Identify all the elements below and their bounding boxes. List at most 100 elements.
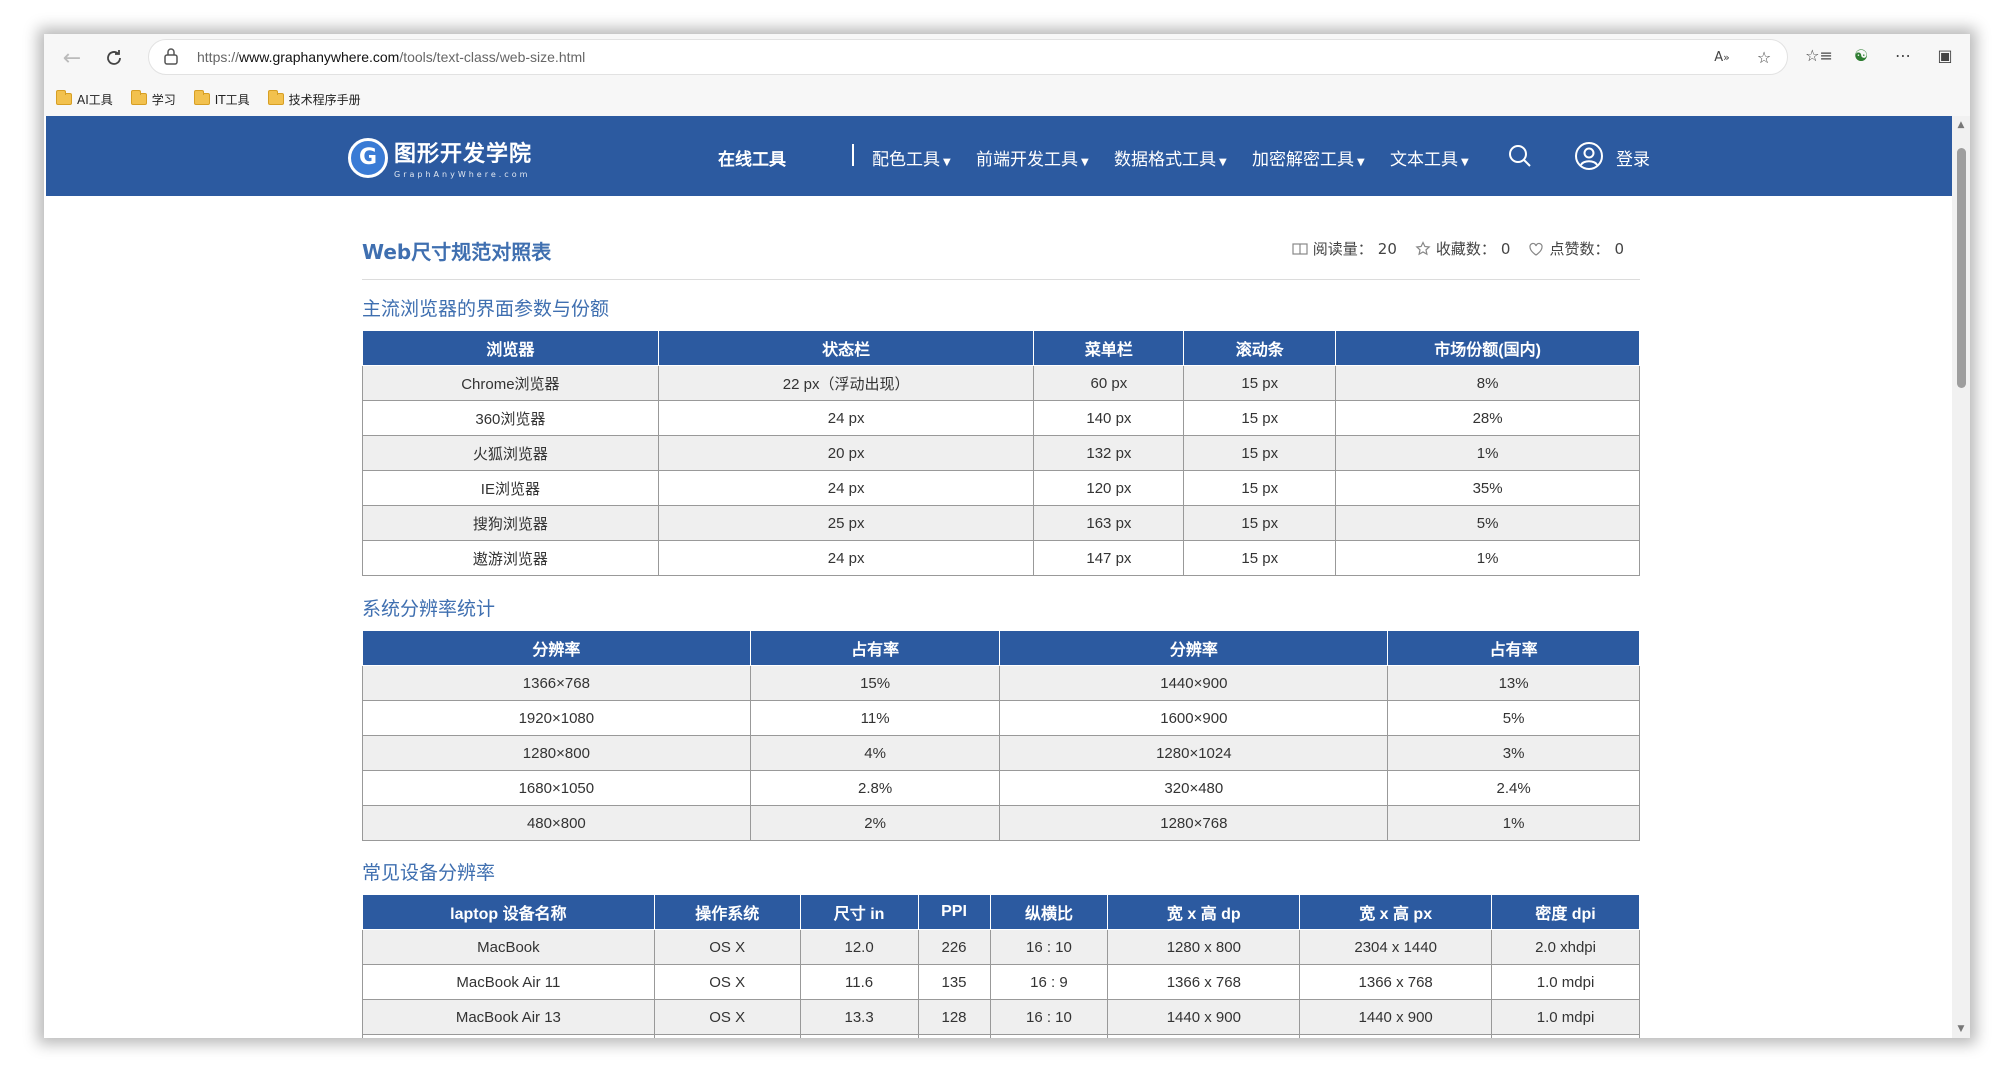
scroll-up-icon[interactable]: ▲ — [1956, 120, 1966, 130]
table-cell: 163 px — [1033, 505, 1185, 541]
table-cell: 35% — [1335, 470, 1640, 506]
table-header: 市场份额(国内) — [1335, 330, 1640, 366]
table-cell: IE浏览器 — [362, 470, 659, 506]
favorites-list-icon[interactable]: ☆≡ — [1805, 44, 1833, 66]
like-count[interactable]: 点赞数： 0 — [1528, 238, 1624, 259]
bookmark-folder[interactable]: IT工具 — [193, 90, 250, 108]
bookmark-folder[interactable]: 学习 — [130, 90, 176, 108]
table-cell: 5% — [1335, 505, 1640, 541]
nav-crypto-tools[interactable]: 加密解密工具 ▼ — [1252, 145, 1365, 170]
more-menu-icon[interactable]: ⋯ — [1892, 44, 1914, 66]
table-cell: 5% — [1387, 700, 1640, 736]
table-cell: 1% — [1335, 435, 1640, 471]
table-cell: 25 px — [657, 505, 1035, 541]
table-header: 滚动条 — [1183, 330, 1337, 366]
table-cell: 15 px — [1183, 540, 1337, 576]
table-cell: 226 — [917, 929, 991, 965]
table-cell: 1.0 mdpi — [1491, 999, 1640, 1035]
table-cell: 24 px — [657, 400, 1035, 436]
table-cell: 1% — [1387, 805, 1640, 841]
table-cell: OS X — [653, 929, 801, 965]
address-bar-row: ← https://www.graphanywhere.com/tools/te… — [44, 34, 1970, 82]
book-icon — [1292, 242, 1308, 255]
extensions-icon[interactable]: ☯ — [1850, 44, 1872, 66]
table-cell: 13% — [1387, 665, 1640, 701]
bookmark-folder[interactable]: AI工具 — [56, 90, 113, 108]
table-cell: 3% — [1387, 735, 1640, 771]
table-cell: 11% — [749, 700, 1001, 736]
favorite-count[interactable]: 收藏数： 0 — [1415, 238, 1510, 259]
user-icon[interactable] — [1574, 141, 1604, 171]
page-scrollbar[interactable]: ▲ ▼ — [1952, 116, 1970, 1038]
table-cell: 火狐浏览器 — [362, 435, 659, 471]
folder-icon — [56, 90, 72, 105]
section-title-resolution: 系统分辨率统计 — [362, 598, 496, 620]
url-field[interactable]: https://www.graphanywhere.com/tools/text… — [148, 39, 1788, 75]
table-cell: OS X — [653, 999, 801, 1035]
table-cell: 128 — [917, 999, 991, 1035]
read-aloud-icon[interactable]: A» — [1711, 46, 1733, 68]
favorite-star-icon[interactable]: ☆ — [1753, 46, 1775, 68]
nav-data-format-tools[interactable]: 数据格式工具 ▼ — [1114, 145, 1227, 170]
table-cell: 16 : 10 — [989, 929, 1109, 965]
table-cell: 22 px（浮动出现） — [657, 365, 1035, 401]
table-row: 搜狗浏览器 25 px 163 px 15 px 5% — [362, 505, 1640, 541]
url-text: https://www.graphanywhere.com/tools/text… — [197, 49, 586, 65]
table-cell: 2.0 xhdpi — [1491, 1034, 1640, 1038]
table-cell: 搜狗浏览器 — [362, 505, 659, 541]
login-link[interactable]: 登录 — [1616, 145, 1650, 170]
site-logo[interactable]: G 图形开发学院 GraphAnyWhere.com — [348, 136, 532, 179]
table-cell: 1280×768 — [999, 805, 1389, 841]
folder-icon — [193, 90, 210, 105]
table-cell: 2.4% — [1387, 770, 1640, 806]
table-cell: 1.0 mdpi — [1491, 964, 1640, 1000]
table-cell: Chrome浏览器 — [362, 365, 659, 401]
star-icon — [1415, 240, 1431, 255]
table-cell: 1600×900 — [999, 700, 1389, 736]
table-cell: 24 px — [657, 470, 1035, 506]
reload-icon[interactable] — [94, 38, 134, 78]
table-cell: 135 — [917, 964, 991, 1000]
table-row: 360浏览器 24 px 140 px 15 px 28% — [362, 400, 1640, 436]
read-count: 阅读量： 20 — [1292, 238, 1397, 259]
table-cell: 1440 x 900 — [1107, 999, 1301, 1035]
table-row: MacBook Air 11 OS X 11.6 135 16 : 9 1366 x 76… — [362, 964, 1640, 1000]
nav-text-tools[interactable]: 文本工具 ▼ — [1390, 145, 1469, 170]
search-icon[interactable] — [1508, 144, 1532, 168]
caret-down-icon: ▼ — [943, 157, 951, 168]
table-cell: 480×800 — [362, 805, 751, 841]
table-cell: MacBook — [362, 929, 655, 965]
table-cell: 60 px — [1033, 365, 1185, 401]
table-cell: 15 px — [1183, 400, 1337, 436]
table-cell: 2560 x 1600 — [1299, 1034, 1493, 1038]
nav-online-tools[interactable]: 在线工具 — [718, 145, 786, 170]
nav-color-tools[interactable]: 配色工具 ▼ — [872, 145, 951, 170]
back-icon[interactable]: ← — [52, 38, 92, 78]
bookmark-folder[interactable]: 技术程序手册 — [267, 90, 361, 108]
table-row: 1680×1050 2.8% 320×480 2.4% — [362, 770, 1640, 806]
table-cell: 1280 x 800 — [1107, 1034, 1301, 1038]
table-header: 分辨率 — [999, 630, 1389, 666]
scroll-down-icon[interactable]: ▼ — [1956, 1024, 1966, 1034]
table-header: laptop 设备名称 — [362, 894, 655, 930]
table-row: 火狐浏览器 20 px 132 px 15 px 1% — [362, 435, 1640, 471]
nav-frontend-tools[interactable]: 前端开发工具 ▼ — [976, 145, 1089, 170]
logo-title: 图形开发学院 — [394, 142, 533, 167]
title-divider — [362, 279, 1640, 280]
nav-divider — [852, 144, 854, 166]
table-header: 尺寸 in — [799, 894, 919, 930]
table-cell: 1366×768 — [362, 665, 751, 701]
table-row: 1366×768 15% 1440×900 13% — [362, 665, 1640, 701]
sidebar-toggle-icon[interactable]: ▣ — [1934, 44, 1956, 66]
table-cell: 1366 x 768 — [1107, 964, 1301, 1000]
resolution-table: 分辨率 占有率 分辨率 占有率 1366×768 15% 1440×900 13% 19… — [362, 630, 1640, 841]
logo-subtitle: GraphAnyWhere.com — [394, 170, 531, 179]
table-cell: 15 px — [1183, 365, 1337, 401]
table-cell: 120 px — [1033, 470, 1185, 506]
site-header: G 图形开发学院 GraphAnyWhere.com 在线工具 配色工具 ▼ 前端… — [46, 116, 1952, 196]
section-title-devices: 常见设备分辨率 — [362, 862, 496, 884]
caret-down-icon: ▼ — [1219, 157, 1227, 168]
table-cell: 4% — [749, 735, 1001, 771]
table-cell: 16 : 9 — [989, 964, 1109, 1000]
scroll-thumb[interactable] — [1957, 148, 1966, 388]
